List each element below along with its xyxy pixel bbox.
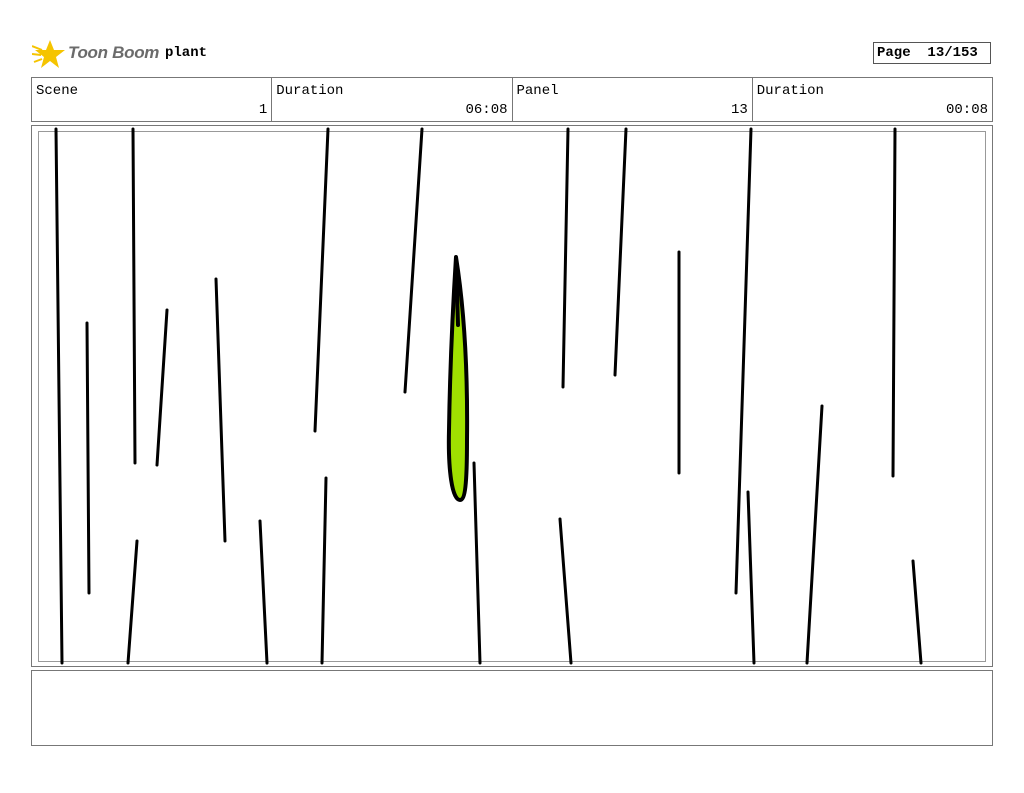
panel-duration-value: 00:08: [945, 102, 988, 118]
rain-stroke: [54, 127, 64, 665]
rain-stroke: [258, 519, 269, 665]
rain-stroke: [126, 539, 139, 665]
rain-stroke: [746, 490, 756, 665]
rain-stroke: [472, 461, 482, 665]
panel-label: Panel: [516, 83, 559, 99]
scene-label: Scene: [36, 83, 79, 99]
rain-stroke: [558, 517, 573, 665]
scene-duration-cell: Duration 06:08: [272, 78, 513, 121]
scene-value: 1: [258, 102, 268, 118]
page-value: 13/153: [927, 45, 978, 61]
page-label: Page: [877, 45, 911, 61]
leaf-sprout-midline: [454, 257, 460, 327]
panel-drawing: [54, 127, 923, 665]
logo-text: Toon Boom: [68, 43, 160, 62]
panel-cell: Panel 13: [513, 78, 753, 121]
page-indicator: Page 13/153: [873, 42, 991, 64]
panel-duration-cell: Duration 00:08: [753, 78, 992, 121]
project-name: plant: [165, 45, 208, 61]
rain-stroke: [155, 308, 169, 467]
rain-stroke: [911, 559, 923, 665]
panel-duration-label: Duration: [756, 83, 824, 99]
rain-stroke: [561, 127, 570, 389]
rain-stroke: [214, 277, 227, 543]
rain-stroke: [320, 476, 328, 665]
panel-value: 13: [730, 102, 748, 118]
toon-boom-logo: Toon Boom: [31, 38, 162, 70]
rain-stroke: [85, 321, 91, 595]
rain-strokes: [54, 127, 923, 665]
panel-notes-box[interactable]: [31, 670, 993, 746]
rain-stroke: [131, 127, 137, 465]
scene-duration-label: Duration: [276, 83, 344, 99]
rain-stroke: [403, 127, 424, 394]
toon-boom-star-icon: [31, 40, 65, 68]
panel-info-row: Scene 1 Duration 06:08 Panel 13 Duration…: [31, 77, 993, 122]
rain-stroke: [613, 127, 628, 377]
rain-stroke: [891, 127, 897, 478]
scene-cell: Scene 1: [32, 78, 273, 121]
scene-duration-value: 06:08: [465, 102, 508, 118]
rain-stroke: [313, 127, 330, 433]
rain-stroke: [805, 404, 824, 665]
